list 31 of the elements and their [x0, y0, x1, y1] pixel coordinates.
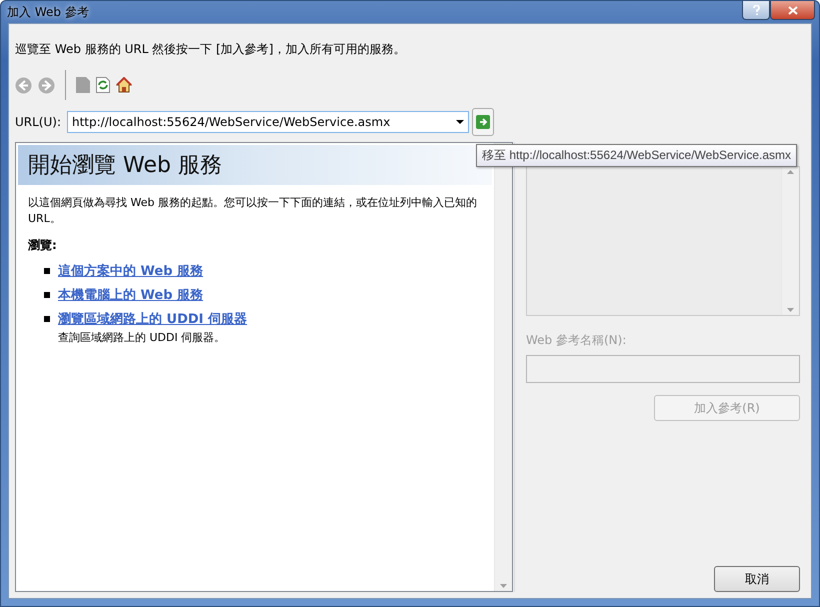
home-icon[interactable] [116, 77, 132, 93]
scroll-up-icon[interactable] [787, 170, 794, 174]
bullet-icon [44, 268, 50, 274]
close-button[interactable] [770, 1, 815, 20]
browse-link[interactable]: 本機電腦上的 Web 服務 [58, 286, 204, 304]
go-arrow-icon [476, 115, 490, 129]
page-heading: 開始瀏覽 Web 服務 [28, 152, 222, 180]
browse-label: 瀏覽: [28, 237, 58, 254]
url-combo-box[interactable]: http://localhost:55624/WebService/WebService.asmx [67, 111, 469, 133]
scroll-down-icon[interactable] [787, 308, 794, 312]
reference-name-label: Web 參考名稱(N): [526, 332, 628, 349]
link-description: 查詢區域網路上的 UDDI 伺服器。 [58, 330, 226, 345]
cancel-button[interactable]: 取消 [714, 566, 800, 592]
tooltip: 移至 http://localhost:55624/WebService/WebService.asmx [476, 144, 798, 167]
browse-link[interactable]: 這個方案中的 Web 服務 [58, 262, 204, 280]
close-icon [788, 6, 798, 14]
scrollbar[interactable] [781, 167, 799, 315]
scroll-down-icon[interactable] [500, 584, 507, 588]
intro-text: 以這個網頁做為尋找 Web 服務的起點。您可以按一下下面的連結，或在位址列中輸入已知的 URL。 [28, 195, 478, 227]
window-title: 加入 Web 參考 [7, 4, 90, 20]
go-button[interactable] [472, 108, 494, 136]
refresh-icon[interactable] [96, 77, 110, 93]
bullet-icon [44, 292, 50, 298]
scrollbar[interactable] [494, 143, 512, 591]
url-label: URL(U): [15, 115, 62, 129]
instructions-text: 巡覽至 Web 服務的 URL 然後按一下 [加入參考]，加入所有可用的服務。 [15, 41, 406, 58]
bullet-icon [44, 316, 50, 322]
help-button[interactable] [742, 1, 770, 20]
dropdown-caret-icon[interactable] [456, 120, 464, 124]
help-icon [752, 5, 760, 15]
browse-link[interactable]: 瀏覽區域網路上的 UDDI 伺服器 [58, 310, 248, 328]
